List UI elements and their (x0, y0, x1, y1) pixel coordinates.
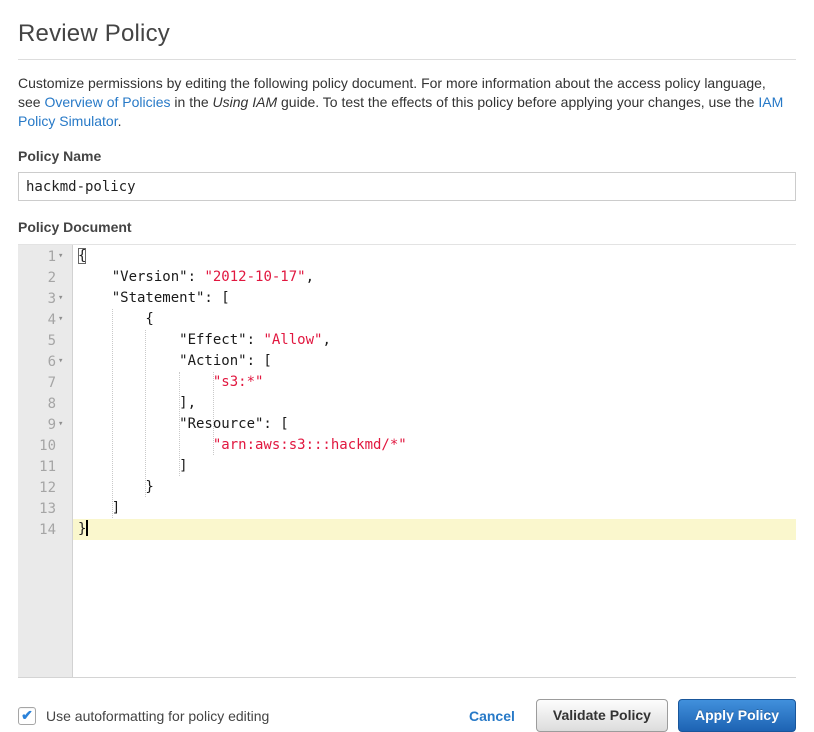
gutter-line-7: 7 (18, 372, 72, 393)
fold-toggle-icon[interactable]: ▾ (56, 288, 72, 309)
code-line-9[interactable]: "Resource": [ (73, 414, 796, 435)
autoformat-label: Use autoformatting for policy editing (46, 708, 269, 724)
line-number: 2 (48, 270, 56, 286)
fold-toggle-icon[interactable]: ▾ (56, 351, 72, 372)
line-number: 1 (48, 249, 56, 265)
code-token: "Version": (78, 269, 204, 285)
gutter-line-8: 8 (18, 393, 72, 414)
indent-guide (213, 372, 214, 455)
gutter-line-3: 3▾ (18, 288, 72, 309)
gutter-line-4: 4▾ (18, 309, 72, 330)
code-line-10[interactable]: "arn:aws:s3:::hackmd/*" (73, 435, 796, 456)
indent-guide (112, 309, 113, 518)
code-token: ] (78, 458, 188, 474)
code-token: { (78, 248, 86, 264)
fold-toggle-icon[interactable]: ▾ (56, 246, 72, 267)
line-number: 7 (48, 375, 56, 391)
page-title: Review Policy (18, 20, 796, 48)
code-string-token: "2012-10-17" (204, 269, 305, 285)
review-policy-page: Review Policy Customize permissions by e… (0, 0, 814, 732)
validate-policy-button[interactable]: Validate Policy (536, 699, 668, 732)
line-number: 5 (48, 333, 56, 349)
code-line-1[interactable]: { (73, 246, 796, 267)
editor-code-area[interactable]: { "Version": "2012-10-17", "Statement": … (73, 245, 796, 677)
line-number: 4 (48, 312, 56, 328)
code-string-token: "s3:*" (213, 374, 264, 390)
gutter-line-6: 6▾ (18, 351, 72, 372)
indent-guide (179, 372, 180, 476)
gutter-line-11: 11 (18, 456, 72, 477)
line-number: 13 (39, 501, 56, 517)
intro-text: Customize permissions by editing the fol… (18, 74, 790, 131)
autoformat-option: ✔ Use autoformatting for policy editing (18, 707, 269, 725)
code-line-8[interactable]: ], (73, 393, 796, 414)
line-number: 3 (48, 291, 56, 307)
code-line-11[interactable]: ] (73, 456, 796, 477)
line-number: 9 (48, 417, 56, 433)
code-token: , (306, 269, 314, 285)
line-number: 8 (48, 396, 56, 412)
line-number: 10 (39, 438, 56, 454)
gutter-line-12: 12 (18, 477, 72, 498)
autoformat-checkbox[interactable]: ✔ (18, 707, 36, 725)
code-token: { (78, 311, 154, 327)
code-token: } (78, 521, 86, 537)
policy-document-label: Policy Document (18, 219, 796, 235)
overview-of-policies-link[interactable]: Overview of Policies (44, 94, 170, 110)
gutter-line-2: 2 (18, 267, 72, 288)
indent-guide (145, 330, 146, 497)
gutter-line-10: 10 (18, 435, 72, 456)
gutter-line-14: 14 (18, 519, 72, 540)
policy-document-editor[interactable]: 1▾23▾4▾56▾789▾1011121314 { "Version": "2… (18, 244, 796, 678)
code-token: "Statement": [ (78, 290, 230, 306)
using-iam-italic: Using IAM (213, 94, 278, 110)
text-cursor (86, 520, 88, 536)
policy-name-label: Policy Name (18, 148, 796, 164)
code-line-2[interactable]: "Version": "2012-10-17", (73, 267, 796, 288)
code-token: "Resource": [ (78, 416, 289, 432)
checkmark-icon: ✔ (21, 708, 33, 722)
code-token: "Action": [ (78, 353, 272, 369)
footer-bar: ✔ Use autoformatting for policy editing … (18, 699, 796, 732)
footer-actions: Cancel Validate Policy Apply Policy (469, 699, 796, 732)
code-string-token: "arn:aws:s3:::hackmd/*" (213, 437, 407, 453)
code-token: ] (78, 500, 120, 516)
code-line-5[interactable]: "Effect": "Allow", (73, 330, 796, 351)
intro-segment: . (118, 113, 122, 129)
apply-policy-button[interactable]: Apply Policy (678, 699, 796, 732)
gutter-line-1: 1▾ (18, 246, 72, 267)
code-line-12[interactable]: } (73, 477, 796, 498)
code-line-13[interactable]: ] (73, 498, 796, 519)
fold-toggle-icon[interactable]: ▾ (56, 414, 72, 435)
policy-name-input[interactable] (18, 172, 796, 201)
code-line-7[interactable]: "s3:*" (73, 372, 796, 393)
line-number: 11 (39, 459, 56, 475)
intro-segment: in the (171, 94, 213, 110)
gutter-line-9: 9▾ (18, 414, 72, 435)
code-line-6[interactable]: "Action": [ (73, 351, 796, 372)
code-line-3[interactable]: "Statement": [ (73, 288, 796, 309)
code-line-14[interactable]: } (73, 519, 796, 540)
line-number: 12 (39, 480, 56, 496)
line-number: 6 (48, 354, 56, 370)
editor-gutter: 1▾23▾4▾56▾789▾1011121314 (18, 245, 73, 677)
code-token: "Effect": (78, 332, 263, 348)
code-token: , (322, 332, 330, 348)
title-divider (18, 59, 796, 60)
intro-segment: guide. To test the effects of this polic… (277, 94, 758, 110)
code-token: } (78, 479, 154, 495)
line-number: 14 (39, 522, 56, 538)
gutter-line-13: 13 (18, 498, 72, 519)
code-line-4[interactable]: { (73, 309, 796, 330)
fold-toggle-icon[interactable]: ▾ (56, 309, 72, 330)
cancel-link[interactable]: Cancel (469, 708, 515, 724)
code-string-token: "Allow" (263, 332, 322, 348)
gutter-line-5: 5 (18, 330, 72, 351)
